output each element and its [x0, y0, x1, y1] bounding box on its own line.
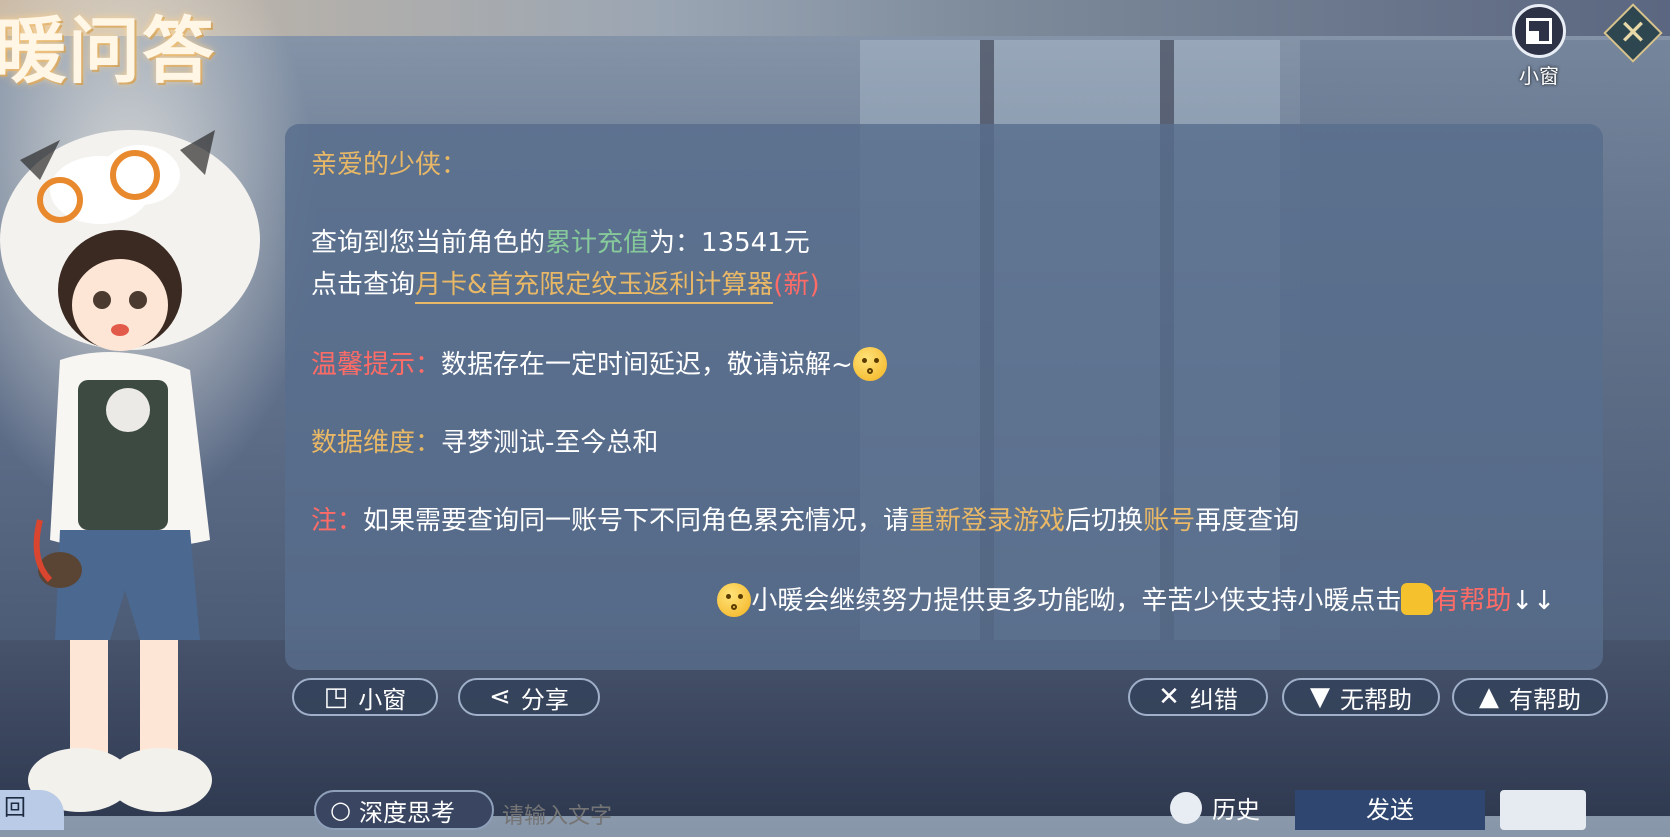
note-line: 注：如果需要查询同一账号下不同角色累充情况，请重新登录游戏后切换账号再度查询: [311, 500, 1299, 537]
dimension-label: 数据维度：: [311, 428, 442, 458]
dimension-line: 数据维度：寻梦测试-至今总和: [311, 422, 658, 459]
query-prefix: 点击查询: [311, 270, 416, 300]
send-button[interactable]: 发送: [1295, 790, 1485, 830]
deep-think-button[interactable]: ○ 深度思考: [314, 790, 494, 830]
close-icon: ✕: [1618, 13, 1648, 53]
query-line: 点击查询月卡&首充限定纹玉返利计算器(新): [311, 264, 820, 304]
kiss-emoji-icon: [717, 583, 752, 617]
tip-text: 数据存在一定时间延迟，敬请谅解~: [441, 350, 853, 380]
share-label: 分享: [520, 685, 569, 714]
kiss-emoji-icon: [852, 347, 887, 381]
cross-icon: ✕: [1158, 682, 1180, 712]
not-helpful-label: 无帮助: [1340, 685, 1412, 714]
message-input[interactable]: [500, 790, 1104, 837]
search-icon: ○: [330, 796, 351, 824]
recharge-suffix: 为：13541元: [649, 228, 810, 258]
microphone-button[interactable]: [1500, 790, 1586, 830]
footer-line: 小暖会继续努力提供更多功能呦，辛苦少侠支持小暖点击 有帮助↓↓: [717, 580, 1555, 617]
new-badge: (新): [773, 270, 820, 300]
thumbs-up-icon: [1401, 583, 1434, 615]
tip-label: 温馨提示：: [311, 350, 442, 380]
clock-icon: [1170, 791, 1202, 824]
share-button[interactable]: ⋖ 分享: [458, 678, 600, 716]
deep-think-label: 深度思考: [358, 798, 455, 827]
thumbs-down-icon: ▼: [1310, 682, 1330, 712]
footer-arrows: ↓↓: [1511, 586, 1555, 616]
mascot-character: [0, 130, 260, 812]
recharge-line: 查询到您当前角色的累计充值为：13541元: [311, 222, 810, 259]
helpful-button[interactable]: ▲ 有帮助: [1452, 678, 1608, 716]
recharge-highlight: 累计充值: [545, 228, 650, 258]
history-button[interactable]: 历史: [1170, 790, 1260, 825]
thumbs-up-icon: ▲: [1479, 682, 1499, 712]
dimension-value: 寻梦测试-至今总和: [441, 428, 659, 458]
note-highlight-relogin: 重新登录游戏: [909, 506, 1066, 536]
not-helpful-button[interactable]: ▼ 无帮助: [1282, 678, 1440, 716]
mini-window-top-button[interactable]: 小窗: [1510, 4, 1568, 89]
recharge-prefix: 查询到您当前角色的: [311, 228, 546, 258]
correct-label: 纠错: [1189, 685, 1238, 714]
mini-window-icon: ◳: [323, 682, 349, 712]
answer-panel: 亲爱的少侠： 查询到您当前角色的累计充值为：13541元 点击查询月卡&首充限定…: [285, 124, 1603, 670]
greeting-line: 亲爱的少侠：: [311, 144, 467, 181]
close-button[interactable]: ✕: [1603, 3, 1663, 63]
note-label: 注：: [311, 506, 364, 536]
footer-helpful: 有帮助: [1433, 586, 1512, 616]
page-title: 暖问答: [0, 8, 217, 93]
mini-window-icon: [1512, 4, 1566, 58]
tip-line: 温馨提示：数据存在一定时间延迟，敬请谅解~: [311, 344, 887, 381]
note-highlight-account: 账号: [1143, 506, 1196, 536]
helpful-label: 有帮助: [1509, 685, 1581, 714]
bottom-input-bar: ○ 深度思考 历史 发送: [300, 790, 1670, 837]
calculator-link[interactable]: 月卡&首充限定纹玉返利计算器: [415, 270, 774, 304]
corner-badge[interactable]: 回: [0, 790, 64, 830]
mini-window-top-label: 小窗: [1519, 64, 1559, 88]
share-icon: ⋖: [489, 682, 511, 712]
mini-window-button[interactable]: ◳ 小窗: [292, 678, 438, 716]
footer-text: 小暖会继续努力提供更多功能呦，辛苦少侠支持小暖点击: [751, 586, 1402, 616]
mini-window-label: 小窗: [358, 685, 407, 714]
greeting: 亲爱的少侠：: [311, 150, 468, 180]
note-text-2: 后切换: [1065, 506, 1144, 536]
correct-button[interactable]: ✕ 纠错: [1128, 678, 1268, 716]
note-text-3: 再度查询: [1195, 506, 1300, 536]
history-label: 历史: [1212, 796, 1260, 824]
note-text-1: 如果需要查询同一账号下不同角色累充情况，请: [363, 506, 910, 536]
